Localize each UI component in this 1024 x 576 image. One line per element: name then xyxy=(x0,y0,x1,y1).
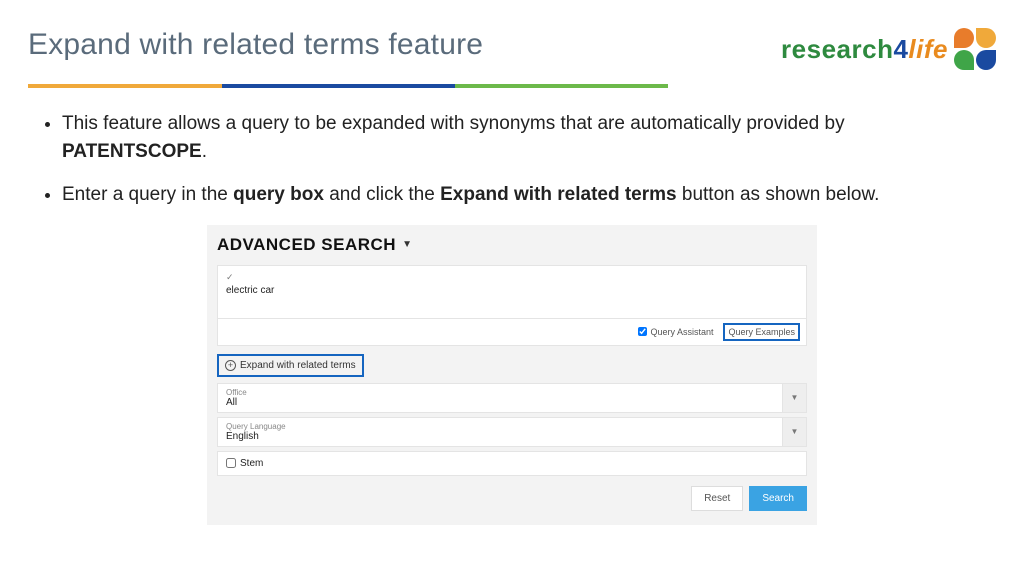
logo-text: research4life xyxy=(781,34,948,65)
chevron-down-icon: ▼ xyxy=(402,239,412,250)
screenshot-embed: ADVANCED SEARCH ▼ ✓ electric car Query A… xyxy=(28,225,996,525)
header: Expand with related terms feature resear… xyxy=(28,28,996,70)
plus-circle-icon: + xyxy=(225,360,236,371)
slide: Expand with related terms feature resear… xyxy=(0,0,1024,576)
query-value: electric car xyxy=(226,285,798,296)
expand-related-terms-button[interactable]: + Expand with related terms xyxy=(217,354,364,377)
clover-icon xyxy=(954,28,996,70)
bullet-list: This feature allows a query to be expand… xyxy=(62,110,996,209)
office-select[interactable]: Office All ▼ xyxy=(217,383,807,413)
bullet-item: This feature allows a query to be expand… xyxy=(62,110,996,165)
reset-button[interactable]: Reset xyxy=(691,486,743,511)
query-assistant-checkbox[interactable] xyxy=(638,327,647,336)
accent-divider xyxy=(28,84,668,88)
page-title: Expand with related terms feature xyxy=(28,28,483,62)
query-assistant-toggle[interactable]: Query Assistant xyxy=(638,327,713,337)
query-examples-link[interactable]: Query Examples xyxy=(723,323,800,341)
stem-checkbox[interactable] xyxy=(226,458,236,468)
chevron-down-icon: ▼ xyxy=(783,417,807,447)
check-icon: ✓ xyxy=(226,272,798,283)
panel-heading[interactable]: ADVANCED SEARCH ▼ xyxy=(217,235,807,255)
chevron-down-icon: ▼ xyxy=(783,383,807,413)
stem-toggle[interactable]: Stem xyxy=(217,451,807,476)
brand-logo: research4life xyxy=(781,28,996,70)
search-button[interactable]: Search xyxy=(749,486,807,511)
query-helpers-bar: Query Assistant Query Examples xyxy=(217,319,807,346)
bullet-item: Enter a query in the query box and click… xyxy=(62,181,996,209)
query-input[interactable]: ✓ electric car xyxy=(217,265,807,319)
advanced-search-panel: ADVANCED SEARCH ▼ ✓ electric car Query A… xyxy=(207,225,817,525)
action-buttons: Reset Search xyxy=(217,486,807,511)
query-language-select[interactable]: Query Language English ▼ xyxy=(217,417,807,447)
